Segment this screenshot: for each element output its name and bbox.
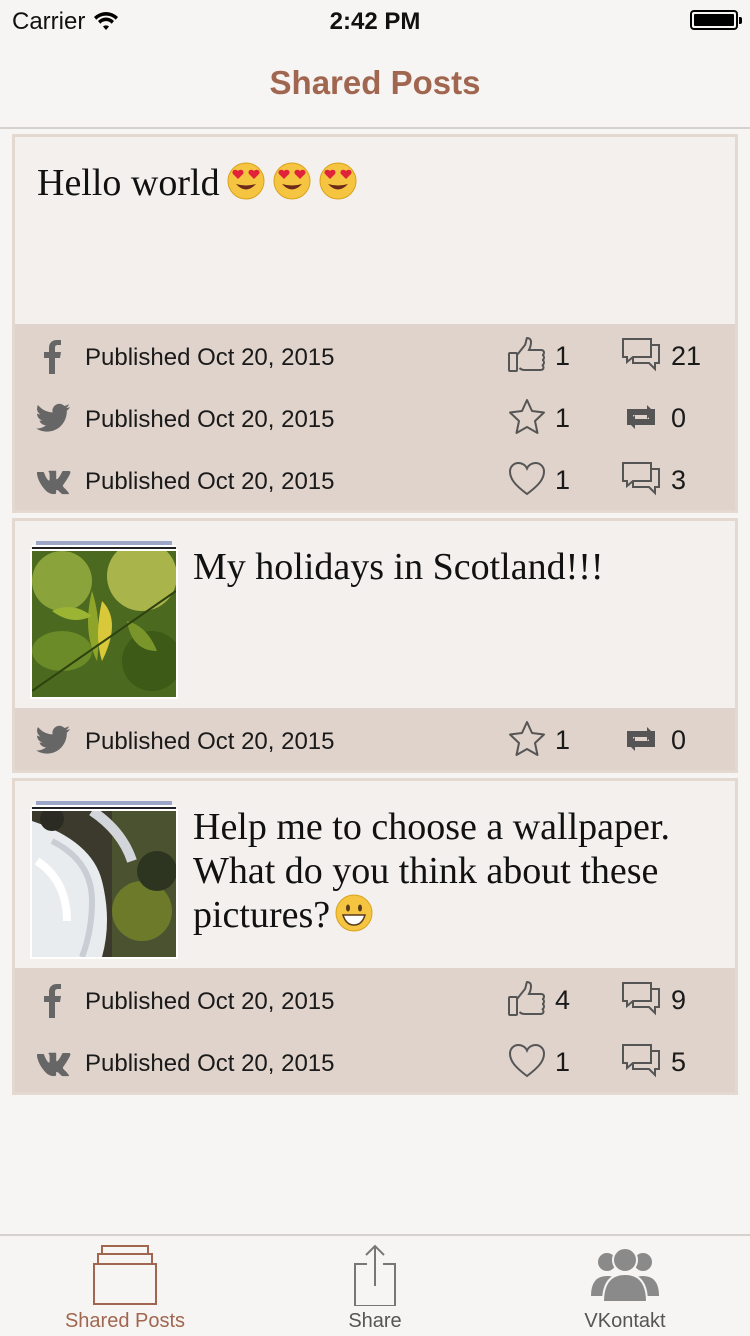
post-text: Hello world: [37, 161, 358, 205]
facebook-icon: [35, 982, 71, 1018]
comments-count: 9: [671, 985, 687, 1015]
published-date: Published Oct 20, 2015: [85, 468, 335, 495]
post-text: My holidays in Scotland!!!: [193, 546, 604, 588]
stats-row-twitter[interactable]: Published Oct 20, 2015 1 0: [15, 708, 735, 770]
post-text-line: Help me to choose a wallpaper.: [193, 806, 670, 848]
heart-eyes-emoji-icon: [318, 161, 358, 201]
comments-icon: [621, 459, 661, 499]
tab-label: VKontakt: [584, 1310, 666, 1332]
heart-eyes-emoji-icon: [272, 161, 312, 201]
retweet-icon: [621, 397, 661, 437]
vk-icon: [35, 462, 71, 498]
post-text: Help me to choose a wallpaper. What do y…: [193, 805, 670, 937]
navigation-bar: Shared Posts: [0, 40, 750, 129]
favorites-count: 1: [555, 403, 571, 433]
published-date: Published Oct 20, 2015: [85, 728, 335, 755]
clock: 2:42 PM: [329, 8, 421, 35]
status-bar: Carrier 2:42 PM: [0, 0, 750, 40]
likes-count: 1: [555, 465, 571, 495]
post-text-line: What do you think about these: [193, 850, 659, 892]
comments-icon: [621, 335, 661, 375]
post-stats: Published Oct 20, 2015 1 21 Published Oc…: [15, 324, 735, 510]
post-body: Help me to choose a wallpaper. What do y…: [15, 781, 735, 968]
stacked-posts-icon: [93, 1245, 157, 1305]
post-body: Hello world: [15, 137, 735, 324]
published-date: Published Oct 20, 2015: [85, 406, 335, 433]
leaf-photo: [30, 549, 178, 699]
likes-count: 4: [555, 985, 571, 1015]
star-icon: [507, 397, 547, 437]
stats-row-facebook[interactable]: Published Oct 20, 2015 1 21: [15, 324, 735, 386]
waterfall-photo: [30, 809, 178, 959]
post-text-line: pictures?: [193, 893, 670, 937]
heart-eyes-emoji-icon: [226, 161, 266, 201]
post-thumbnail[interactable]: [30, 801, 178, 959]
comments-count: 3: [671, 465, 687, 495]
stats-row-vk[interactable]: Published Oct 20, 2015 1 5: [15, 1030, 735, 1092]
twitter-icon: [35, 400, 71, 436]
stats-row-facebook[interactable]: Published Oct 20, 2015 4 9: [15, 968, 735, 1030]
comments-icon: [621, 1041, 661, 1081]
retweets-count: 0: [671, 725, 687, 755]
published-date: Published Oct 20, 2015: [85, 1050, 335, 1077]
thumbs-up-icon: [507, 979, 547, 1019]
post-card[interactable]: My holidays in Scotland!!! Published Oct…: [12, 518, 738, 773]
comments-icon: [621, 979, 661, 1019]
twitter-icon: [35, 722, 71, 758]
post-text-line-content: pictures?: [193, 894, 331, 936]
tab-shared-posts[interactable]: Shared Posts: [0, 1236, 250, 1336]
post-card[interactable]: Hello world Published Oct 20, 2015 1 21 …: [12, 134, 738, 513]
vk-icon: [35, 1044, 71, 1080]
stats-row-vk[interactable]: Published Oct 20, 2015 1 3: [15, 448, 735, 510]
post-text-content: Hello world: [37, 162, 220, 204]
published-date: Published Oct 20, 2015: [85, 344, 335, 371]
post-stats: Published Oct 20, 2015 4 9 Published Oct…: [15, 968, 735, 1092]
tab-label: Share: [348, 1310, 402, 1332]
battery-icon: [690, 10, 742, 30]
retweets-count: 0: [671, 403, 687, 433]
thumbs-up-icon: [507, 335, 547, 375]
heart-icon: [507, 459, 547, 499]
heart-icon: [507, 1041, 547, 1081]
share-icon: [354, 1244, 396, 1306]
tab-label: Shared Posts: [64, 1310, 186, 1332]
tab-share[interactable]: Share: [250, 1236, 500, 1336]
published-date: Published Oct 20, 2015: [85, 988, 335, 1015]
page-title: Shared Posts: [269, 64, 481, 101]
comments-count: 5: [671, 1047, 687, 1077]
post-card[interactable]: Help me to choose a wallpaper. What do y…: [12, 778, 738, 1095]
facebook-icon: [35, 338, 71, 374]
tab-vkontakt[interactable]: VKontakt: [500, 1236, 750, 1336]
likes-count: 1: [555, 1047, 571, 1077]
star-icon: [507, 719, 547, 759]
people-icon: [591, 1247, 659, 1303]
post-body: My holidays in Scotland!!!: [15, 521, 735, 708]
favorites-count: 1: [555, 725, 571, 755]
likes-count: 1: [555, 341, 571, 371]
tab-bar: Shared Posts Share VKontakt: [0, 1234, 750, 1334]
post-stats: Published Oct 20, 2015 1 0: [15, 708, 735, 770]
retweet-icon: [621, 719, 661, 759]
stats-row-twitter[interactable]: Published Oct 20, 2015 1 0: [15, 386, 735, 448]
grinning-emoji-icon: [334, 893, 374, 933]
post-thumbnail[interactable]: [30, 541, 178, 699]
comments-count: 21: [671, 341, 702, 371]
